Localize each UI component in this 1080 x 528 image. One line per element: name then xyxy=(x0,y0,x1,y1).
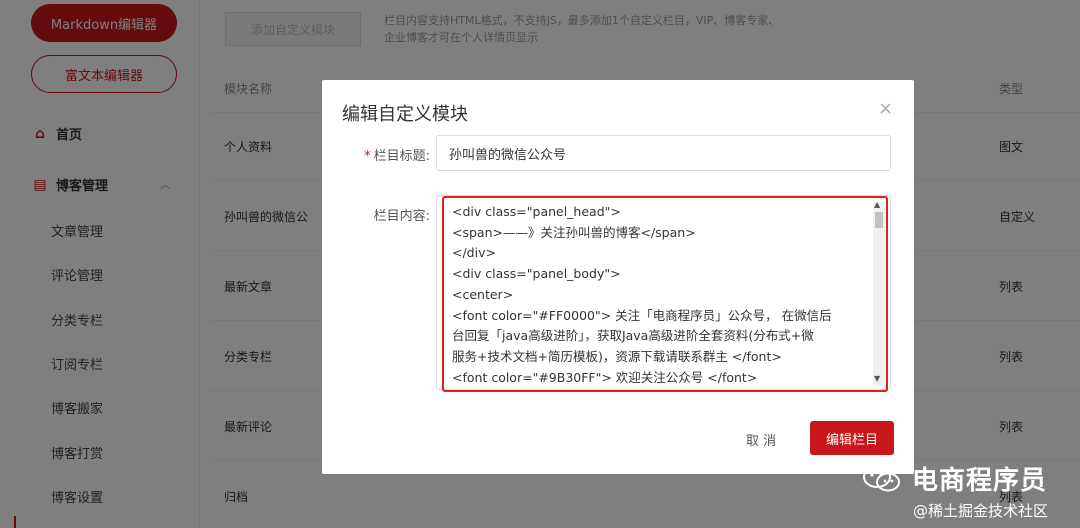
title-input[interactable]: 孙叫兽的微信公众号 xyxy=(436,135,891,171)
edit-column-button[interactable]: 编辑栏目 xyxy=(810,421,894,455)
close-icon[interactable]: × xyxy=(878,98,893,119)
watermark: 电商程序员 xyxy=(862,460,1047,497)
content-field-label: 栏目内容: xyxy=(373,209,430,224)
edit-module-dialog: 编辑自定义模块 × * 栏目标题: 孙叫兽的微信公众号 栏目内容: <div cl… xyxy=(322,80,914,474)
watermark-subtext: @稀土掘金技术社区 xyxy=(913,502,1049,520)
highlight-box xyxy=(442,196,888,392)
title-field-label: * 栏目标题: xyxy=(342,145,430,164)
required-mark: * xyxy=(364,149,371,164)
label-text: 栏目标题: xyxy=(373,149,430,164)
cancel-button[interactable]: 取 消 xyxy=(746,430,776,449)
wechat-icon xyxy=(862,465,902,493)
watermark-name: 电商程序员 xyxy=(912,466,1048,496)
dialog-title: 编辑自定义模块 xyxy=(342,104,468,125)
